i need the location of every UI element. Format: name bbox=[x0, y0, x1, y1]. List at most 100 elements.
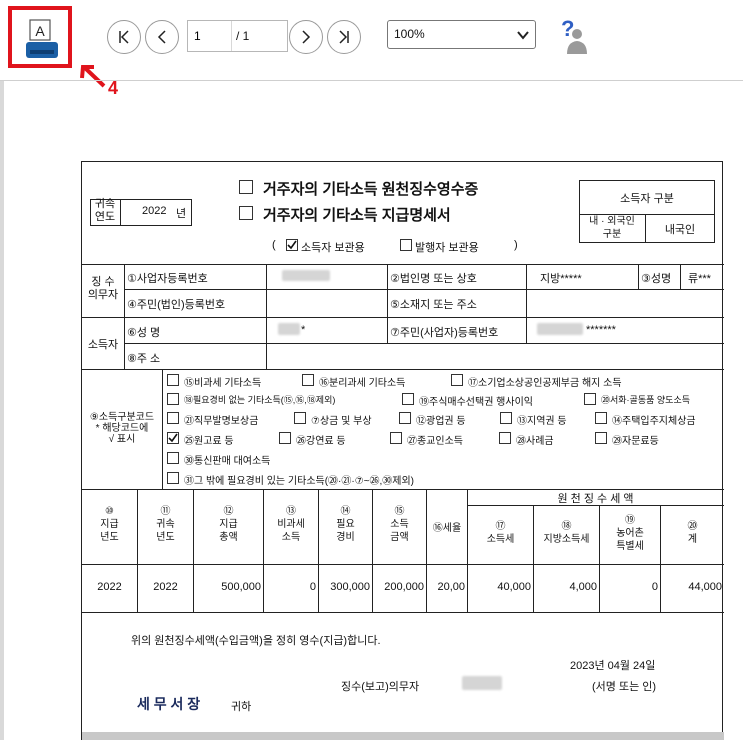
viewer-toolbar: A 4 / 1 100% ? bbox=[0, 0, 743, 98]
code-checkbox[interactable] bbox=[595, 412, 607, 424]
redacted-business-no bbox=[282, 270, 330, 281]
code-label-item: ⑯분리과세 기타소득 bbox=[319, 378, 406, 389]
withholder-label: 징 수 의무자 bbox=[87, 276, 119, 301]
zoom-select[interactable]: 100% bbox=[387, 20, 536, 49]
title1-checkbox[interactable] bbox=[239, 180, 253, 194]
copy-issuer-label: 발행자 보관용 bbox=[415, 242, 479, 254]
copy-open: ( bbox=[272, 239, 276, 251]
code-checkbox[interactable] bbox=[451, 374, 463, 386]
earner-label: 소득자 bbox=[87, 339, 119, 351]
page-total: / 1 bbox=[236, 29, 250, 43]
next-page-button[interactable] bbox=[289, 20, 323, 54]
first-page-button[interactable] bbox=[107, 20, 141, 54]
viewer-gutter bbox=[0, 81, 4, 740]
toolbar-divider bbox=[0, 80, 743, 81]
foreign-value: 내국인 bbox=[664, 224, 696, 236]
code-checkbox[interactable] bbox=[402, 393, 414, 405]
code-checkbox[interactable] bbox=[595, 432, 607, 444]
check-icon bbox=[287, 240, 297, 250]
code-label-item: ⑳서화·골동품 양도소득 bbox=[601, 395, 691, 405]
cell-attr-year: 2022 bbox=[153, 581, 178, 593]
col-income: ⑮ 소득 금액 bbox=[390, 506, 409, 543]
printer-icon[interactable]: A bbox=[26, 18, 58, 60]
code-checkbox[interactable] bbox=[167, 472, 179, 484]
cell-local-tax: 4,000 bbox=[569, 581, 597, 593]
cell-pay-year: 2022 bbox=[97, 581, 122, 593]
code-checkbox[interactable] bbox=[399, 412, 411, 424]
code-label-item: ⑰소기업소상공인공제부금 해지 소득 bbox=[468, 378, 622, 389]
issuer-copy-checkbox[interactable] bbox=[400, 239, 412, 251]
code-checkbox[interactable] bbox=[390, 432, 402, 444]
cell-income: 200,000 bbox=[384, 581, 424, 593]
code-checkbox[interactable] bbox=[167, 393, 179, 405]
corp-name-value: 지방***** bbox=[540, 273, 582, 285]
code-label-item: ㉘사례금 bbox=[516, 436, 554, 447]
form-title-1: 거주자의 기타소득 원천징수영수증 bbox=[263, 181, 479, 198]
col-pay-year: ⑩ 지급 년도 bbox=[100, 506, 119, 543]
col-attr-year: ⑪ 귀속 년도 bbox=[156, 506, 175, 543]
cell-rural-tax: 0 bbox=[651, 581, 658, 593]
code-checkbox[interactable] bbox=[294, 412, 306, 424]
help-icon: ? bbox=[561, 16, 587, 54]
code-label-item: ㉚통신판매 대여소득 bbox=[184, 456, 271, 467]
earner-type-label: 소득자 구분 bbox=[620, 193, 674, 205]
col-nontax: ⑬ 비과세 소득 bbox=[277, 506, 305, 543]
next-page-icon bbox=[302, 30, 311, 44]
field-earner-address: ⑧주 소 bbox=[127, 353, 161, 365]
code-label-item: ⑫광업권 등 bbox=[416, 416, 466, 427]
code-checkbox[interactable] bbox=[167, 412, 179, 424]
highlight-box: A bbox=[8, 6, 72, 68]
last-page-button[interactable] bbox=[327, 20, 361, 54]
code-label: ⑨소득구분코드 * 해당코드에 √ 표시 bbox=[89, 412, 155, 445]
code-checkbox[interactable] bbox=[167, 452, 179, 464]
cell-nontax: 0 bbox=[309, 581, 316, 593]
code-checkbox[interactable] bbox=[499, 432, 511, 444]
cell-rate: 20,00 bbox=[437, 581, 465, 593]
prev-page-button[interactable] bbox=[145, 20, 179, 54]
prev-page-icon bbox=[157, 30, 166, 44]
title2-checkbox[interactable] bbox=[239, 206, 253, 220]
name-value: 류*** bbox=[688, 273, 711, 285]
col-local-tax: ⑱ 지방소득세 bbox=[543, 521, 590, 545]
field-address: ⑤소재지 또는 주소 bbox=[390, 299, 477, 311]
chevron-down-icon bbox=[517, 31, 529, 40]
code-label-item: ⑦상금 및 부상 bbox=[311, 416, 372, 427]
col-expense: ⑭ 필요 경비 bbox=[336, 506, 355, 543]
signer-label: 징수(보고)의무자 bbox=[341, 681, 420, 693]
year-value: 2022 bbox=[142, 205, 167, 217]
checked-code-checkbox[interactable] bbox=[167, 432, 179, 444]
copy-close: ) bbox=[514, 239, 518, 251]
form-title-2: 거주자의 기타소득 지급명세서 bbox=[263, 207, 451, 224]
tax-document: 귀속 연도 2022 년 거주자의 기타소득 원천징수영수증 거주자의 기타소득… bbox=[81, 161, 724, 740]
bottom-bar bbox=[82, 732, 724, 740]
code-checkbox[interactable] bbox=[167, 374, 179, 386]
code-checkbox[interactable] bbox=[584, 393, 596, 405]
field-earner-name: ⑥성 명 bbox=[127, 327, 161, 339]
page-number-input[interactable] bbox=[188, 21, 232, 51]
page-navigator: / 1 bbox=[187, 20, 288, 52]
cell-sum: 44,000 bbox=[688, 581, 722, 593]
help-button[interactable]: ? bbox=[549, 16, 589, 56]
code-checkbox[interactable] bbox=[500, 412, 512, 424]
tax-header: 원 천 징 수 세 액 bbox=[557, 493, 634, 505]
code-checkbox[interactable] bbox=[279, 432, 291, 444]
earner-id-value: ******* bbox=[586, 324, 616, 336]
earner-name-suffix: * bbox=[301, 324, 306, 336]
sign-note: (서명 또는 인) bbox=[592, 681, 657, 693]
tax-office: 세 무 서 장 bbox=[137, 696, 201, 712]
col-rate: ⑯세율 bbox=[432, 523, 462, 534]
code-label-item: ⑮비과세 기타소득 bbox=[184, 378, 262, 389]
cell-expense: 300,000 bbox=[330, 581, 370, 593]
statement-date: 2023년 04월 24일 bbox=[570, 660, 656, 672]
code-label-item: ㉛그 밖에 필요경비 있는 기타소득(⑳·㉑·⑦~㉖,㉚제외) bbox=[184, 476, 415, 487]
cell-income-tax: 40,000 bbox=[497, 581, 531, 593]
code-label-item: ⑲주식매수선택권 행사이익 bbox=[419, 397, 533, 408]
earner-copy-checkbox[interactable] bbox=[286, 239, 298, 251]
code-checkbox[interactable] bbox=[302, 374, 314, 386]
zoom-value: 100% bbox=[394, 27, 425, 41]
statement-text: 위의 원천징수세액(수입금액)을 정히 영수(지급)합니다. bbox=[131, 635, 381, 647]
col-rural-tax: ⑲ 농어촌 특별세 bbox=[616, 515, 644, 552]
code-label-item: ㉕원고료 등 bbox=[184, 436, 234, 447]
check-icon bbox=[168, 433, 178, 443]
field-name: ③성명 bbox=[641, 273, 672, 285]
